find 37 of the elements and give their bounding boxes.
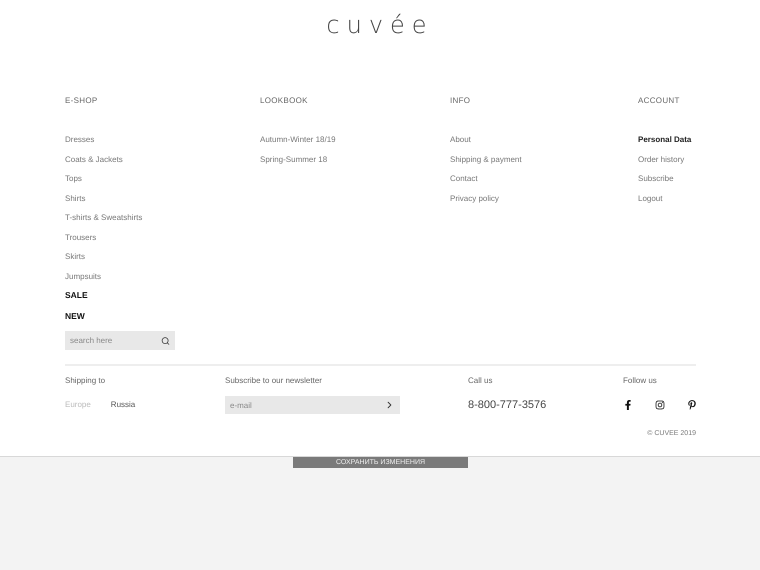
footer-link[interactable]: Subscribe	[638, 173, 674, 184]
footer-link[interactable]: About	[450, 134, 471, 145]
footer-link[interactable]: Shirts	[65, 192, 86, 204]
footer-link[interactable]: Shipping & payment	[450, 154, 522, 164]
section-label: Follow us	[623, 375, 657, 386]
region-link[interactable]: Russia	[110, 396, 136, 414]
footer-link[interactable]: Skirts	[65, 251, 85, 262]
search-icon[interactable]	[161, 336, 170, 345]
footer-link[interactable]: SALE	[65, 290, 88, 301]
column-heading: ACCOUNT	[638, 95, 680, 107]
search-field[interactable]: search here	[65, 331, 175, 350]
column-heading: E-SHOP	[65, 95, 98, 107]
footer-link[interactable]: NEW	[65, 311, 85, 322]
facebook-icon[interactable]	[623, 400, 633, 410]
footer-link[interactable]: Jumpsuits	[65, 270, 102, 282]
footer-link[interactable]: Personal Data	[638, 134, 692, 145]
footer-link[interactable]: Coats & Jackets	[65, 154, 123, 164]
footer-link[interactable]: Trousers	[65, 232, 96, 242]
footer-link[interactable]: Contact	[450, 173, 478, 184]
footer-link[interactable]: Logout	[638, 192, 662, 204]
pinterest-icon[interactable]	[687, 400, 697, 410]
footer-link[interactable]: Tops	[65, 173, 82, 184]
column-heading: LOOKBOOK	[260, 95, 308, 107]
instagram-icon[interactable]	[655, 400, 665, 410]
email-field[interactable]: e-mail	[225, 396, 400, 414]
footer-link[interactable]: Dresses	[65, 134, 94, 145]
footer-link[interactable]: Privacy policy	[450, 192, 499, 204]
footer-link[interactable]: Order history	[638, 154, 684, 164]
footer-link[interactable]: Autumn-Winter 18/19	[260, 134, 336, 145]
footer-link[interactable]: T-shirts & Sweatshirts	[65, 212, 142, 223]
phone-number[interactable]: 8-800-777-3576	[468, 396, 546, 414]
column-heading: INFO	[450, 95, 470, 107]
footer-link[interactable]: Spring-Summer 18	[260, 154, 328, 164]
section-label: Call us	[468, 375, 492, 386]
section-label: Shipping to	[65, 375, 106, 386]
section-label: Subscribe to our newsletter	[225, 375, 322, 386]
brand-logo[interactable]: cuvée	[326, 10, 434, 40]
